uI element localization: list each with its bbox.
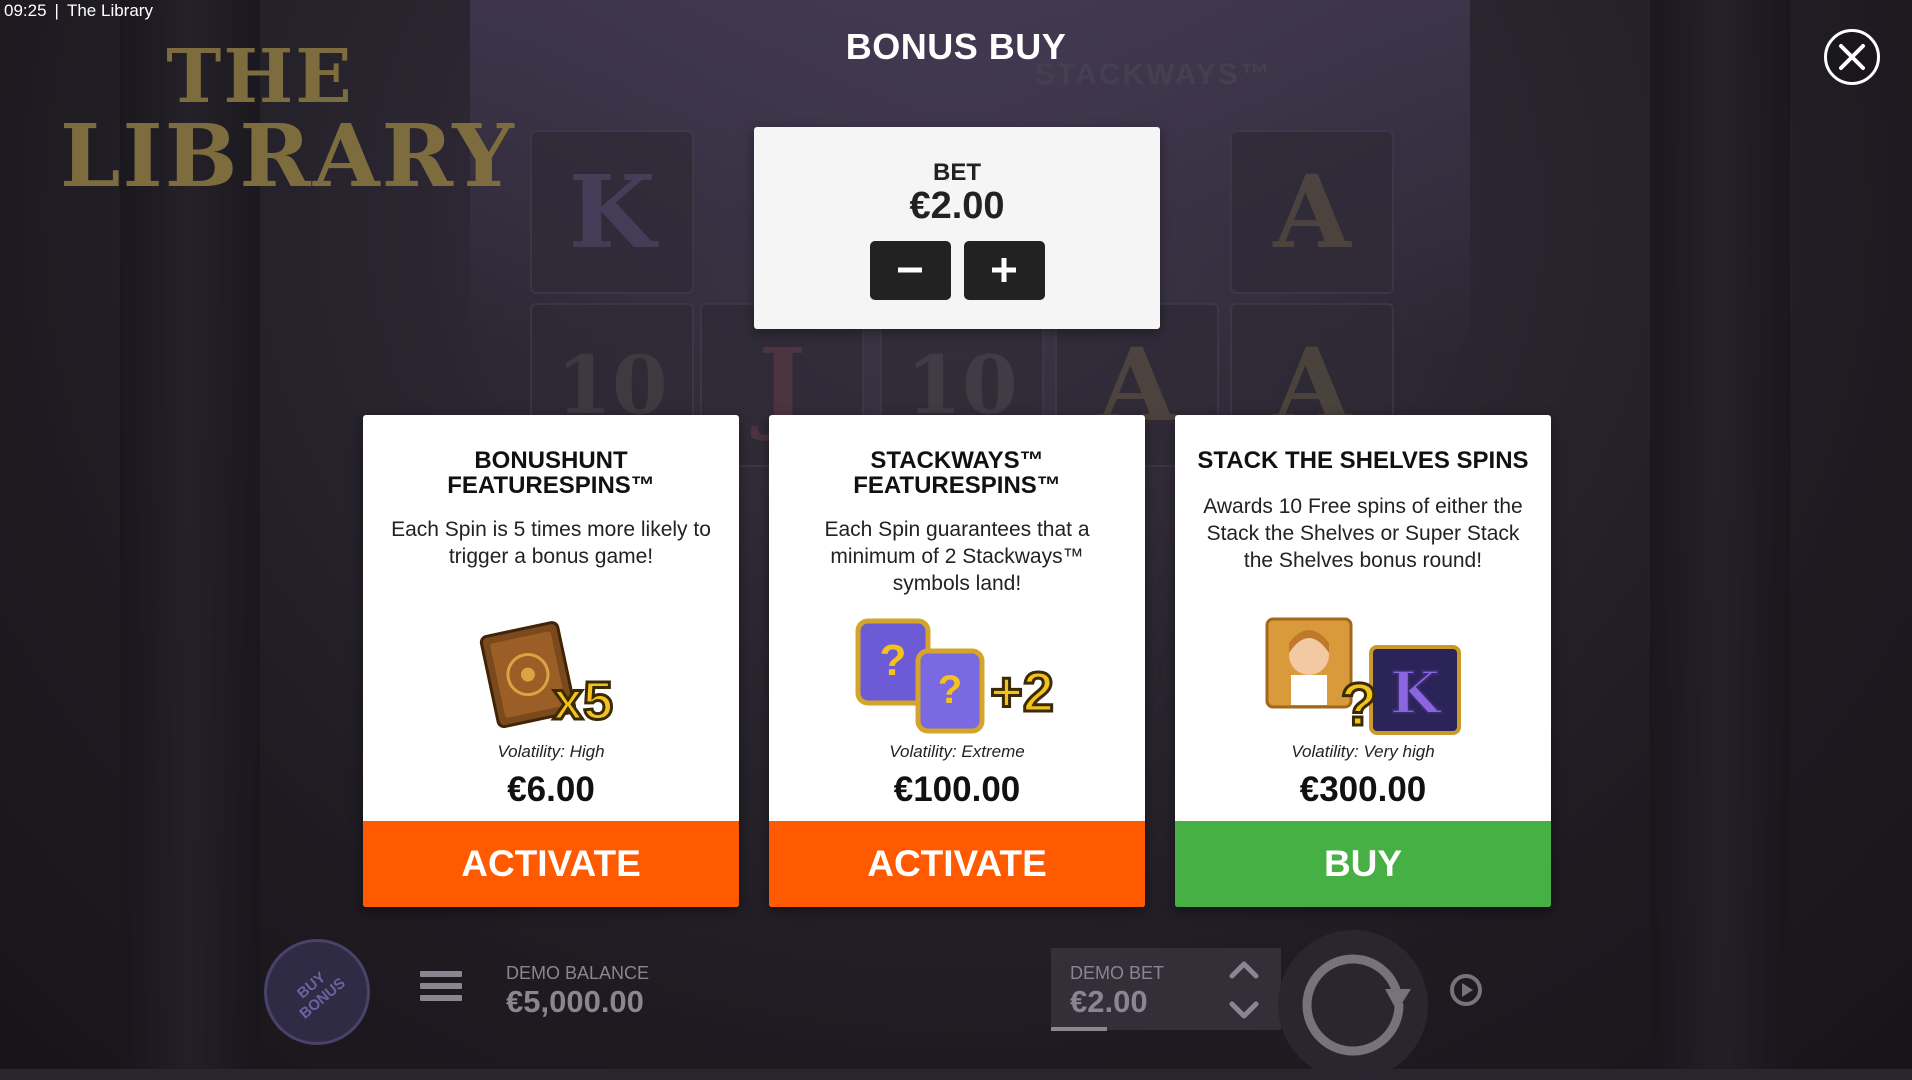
activate-stackways-button[interactable]: ACTIVATE	[769, 821, 1145, 907]
demo-bet-value: €2.00	[1070, 984, 1148, 1019]
card-title: STACK THE SHELVES SPINS	[1175, 448, 1551, 473]
buy-stack-the-shelves-button[interactable]: BUY	[1175, 821, 1551, 907]
art-label: +2	[990, 660, 1054, 723]
card-description: Each Spin is 5 times more likely to trig…	[391, 518, 711, 568]
stackways-card: STACKWAYS™ FEATURESPINS™ Each Spin guara…	[769, 415, 1145, 907]
bonushunt-card: BONUSHUNT FEATURESPINS™ Each Spin is 5 t…	[363, 415, 739, 907]
card-volatility: Volatility: High	[497, 742, 605, 761]
autoplay-button[interactable]	[1446, 970, 1486, 1010]
stackways-symbol-icon: ? ? +2	[855, 618, 1055, 733]
demo-bet-label: DEMO BET	[1070, 963, 1165, 983]
stack-the-shelves-card: STACK THE SHELVES SPINS Awards 10 Free s…	[1175, 415, 1551, 907]
book-icon: x5	[479, 621, 615, 733]
bet-value: €2.00	[909, 185, 1005, 227]
bet-underline	[1051, 1027, 1107, 1031]
close-button[interactable]	[1824, 29, 1880, 85]
card-title: STACKWAYS™ FEATURESPINS™	[769, 448, 1145, 498]
bet-label: BET	[933, 159, 981, 186]
shelves-symbols-image: K ?	[1175, 605, 1551, 745]
buy-bonus-button[interactable]: BUY BONUS	[264, 939, 370, 1045]
card-description: Awards 10 Free spins of either the Stack…	[1203, 495, 1523, 572]
card-volatility: Volatility: Very high	[1291, 742, 1435, 761]
status-time: 09:25	[4, 1, 47, 20]
status-separator: |	[54, 1, 59, 20]
balance-value: €5,000.00	[506, 984, 644, 1019]
activate-bonushunt-button[interactable]: ACTIVATE	[363, 821, 739, 907]
bet-down-button[interactable]	[1226, 998, 1262, 1024]
card-title-line1: STACKWAYS™	[870, 447, 1044, 474]
close-icon	[1839, 44, 1865, 70]
card-price: €100.00	[893, 770, 1021, 809]
svg-text:?: ?	[880, 636, 907, 685]
card-title-line1: BONUSHUNT	[474, 447, 628, 474]
plus-icon	[992, 258, 1016, 283]
bet-panel: BET €2.00	[754, 127, 1160, 329]
minus-icon	[898, 267, 922, 273]
bet-up-button[interactable]	[1226, 956, 1262, 982]
card-description: Each Spin guarantees that a minimum of 2…	[824, 518, 1090, 595]
card-title: BONUSHUNT FEATURESPINS™	[363, 448, 739, 498]
decrease-bet-button[interactable]	[869, 240, 951, 300]
modal-title: BONUS BUY	[845, 26, 1067, 67]
balance-label: DEMO BALANCE	[506, 963, 650, 983]
increase-bet-button[interactable]	[963, 240, 1045, 300]
status-bar: 09:25 | The Library	[4, 1, 153, 21]
stackways-plus2-image: ? ? +2	[769, 605, 1145, 745]
card-price: €6.00	[507, 770, 595, 809]
chevron-up-icon	[1229, 961, 1259, 979]
art-label: K	[1390, 659, 1443, 727]
card-title-line1: STACK THE SHELVES SPINS	[1197, 447, 1529, 474]
spin-icon	[1302, 954, 1411, 1056]
card-title-line2: FEATURESPINS™	[853, 472, 1061, 499]
autoplay-icon	[1450, 974, 1482, 1006]
svg-text:?: ?	[1341, 671, 1378, 738]
svg-text:?: ?	[938, 668, 962, 712]
status-app-title: The Library	[66, 1, 153, 20]
card-title-line2: FEATURESPINS™	[447, 472, 655, 499]
buy-bonus-label: BUY BONUS	[285, 962, 349, 1023]
character-symbol-icon: K ?	[1265, 617, 1461, 738]
card-volatility: Volatility: Extreme	[889, 742, 1025, 761]
menu-icon[interactable]	[420, 971, 462, 1007]
logo-line2: LIBRARY	[60, 106, 516, 207]
art-label: x5	[553, 671, 613, 731]
card-price: €300.00	[1299, 770, 1427, 809]
chevron-down-icon	[1229, 1001, 1259, 1019]
book-x5-image: x5	[363, 605, 739, 745]
spin-button[interactable]	[1278, 930, 1428, 1080]
